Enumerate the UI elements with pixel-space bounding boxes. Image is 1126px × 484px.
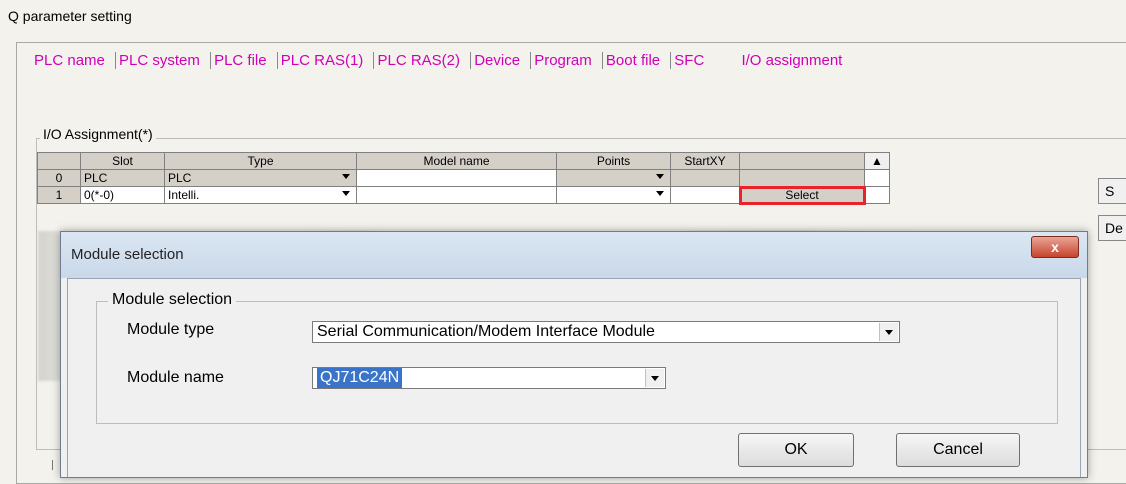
chevron-down-icon[interactable] bbox=[879, 323, 898, 341]
model-name-cell[interactable] bbox=[356, 186, 557, 204]
type-dropdown[interactable]: Intelli. bbox=[164, 186, 357, 204]
col-type: Type bbox=[164, 152, 357, 170]
row-index: 1 bbox=[37, 186, 81, 204]
scrollbar-track[interactable] bbox=[864, 169, 890, 187]
module-name-select[interactable]: QJ71C24N bbox=[312, 367, 666, 389]
row-index: 0 bbox=[37, 169, 81, 187]
select-button[interactable]: Select bbox=[738, 185, 866, 205]
cancel-button[interactable]: Cancel bbox=[896, 433, 1020, 467]
close-button[interactable]: x bbox=[1031, 236, 1079, 258]
side-button-de[interactable]: De bbox=[1098, 215, 1126, 241]
col-startxy: StartXY bbox=[670, 152, 740, 170]
tab-plc-system[interactable]: PLC system bbox=[115, 52, 205, 69]
chevron-down-icon bbox=[342, 191, 350, 196]
module-selection-group-label: Module selection bbox=[108, 291, 237, 309]
scroll-up-button[interactable]: ▲ bbox=[864, 152, 890, 170]
module-type-select[interactable]: Serial Communication/Modem Interface Mod… bbox=[312, 321, 900, 343]
module-selection-group bbox=[96, 301, 1058, 424]
startxy-cell[interactable] bbox=[670, 186, 740, 204]
chevron-down-icon bbox=[656, 174, 664, 179]
type-dropdown[interactable]: PLC bbox=[164, 169, 357, 187]
module-type-value: Serial Communication/Modem Interface Mod… bbox=[317, 323, 655, 340]
scrollbar-track[interactable] bbox=[864, 186, 890, 204]
ok-button[interactable]: OK bbox=[738, 433, 854, 467]
tab-sfc[interactable]: SFC bbox=[670, 52, 709, 69]
col-points: Points bbox=[556, 152, 671, 170]
table-row: 1 0(*-0) Intelli. Select bbox=[37, 185, 890, 205]
slot-cell: PLC bbox=[80, 169, 165, 187]
table-row: 0 PLC PLC bbox=[37, 169, 890, 187]
col-model-name: Model name bbox=[356, 152, 557, 170]
tab-plc-name[interactable]: PLC name bbox=[34, 52, 110, 69]
slot-cell: 0(*-0) bbox=[80, 186, 165, 204]
io-assignment-table: Slot Type Model name Points StartXY ▲ 0 … bbox=[37, 152, 890, 205]
window-title: Q parameter setting bbox=[8, 8, 132, 24]
corner-header bbox=[37, 152, 81, 170]
col-slot: Slot bbox=[80, 152, 165, 170]
type-value: PLC bbox=[168, 171, 192, 185]
type-value: Intelli. bbox=[168, 188, 200, 202]
io-assignment-label: I/O Assignment(*) bbox=[40, 126, 156, 142]
module-selection-dialog: Module selection x Module selection Modu… bbox=[60, 231, 1088, 478]
model-name-cell[interactable] bbox=[356, 169, 557, 187]
points-dropdown[interactable] bbox=[556, 169, 671, 187]
tab-plc-file[interactable]: PLC file bbox=[210, 52, 272, 69]
tab-device[interactable]: Device bbox=[470, 52, 525, 69]
dialog-titlebar[interactable]: Module selection x bbox=[61, 232, 1087, 278]
chevron-down-icon bbox=[342, 174, 350, 179]
tab-io-assignment[interactable]: I/O assignment bbox=[741, 52, 847, 69]
tab-program[interactable]: Program bbox=[530, 52, 597, 69]
col-action bbox=[739, 152, 865, 170]
side-button-s[interactable]: S bbox=[1098, 178, 1126, 204]
close-icon: x bbox=[1051, 239, 1059, 255]
tab-strip: PLC name PLC system PLC file PLC RAS(1) … bbox=[34, 52, 847, 69]
dialog-title: Module selection bbox=[71, 246, 184, 263]
action-cell bbox=[739, 169, 865, 187]
module-type-label: Module type bbox=[127, 321, 215, 338]
points-dropdown[interactable] bbox=[556, 186, 671, 204]
dialog-body: Module selection Module type Serial Comm… bbox=[67, 278, 1081, 477]
tab-boot-file[interactable]: Boot file bbox=[601, 52, 665, 69]
tab-plc-ras1[interactable]: PLC RAS(1) bbox=[276, 52, 369, 69]
module-name-value: QJ71C24N bbox=[317, 368, 403, 388]
partial-label bbox=[52, 460, 59, 470]
tab-plc-ras2[interactable]: PLC RAS(2) bbox=[373, 52, 465, 69]
module-name-label: Module name bbox=[127, 369, 224, 386]
chevron-down-icon[interactable] bbox=[645, 369, 664, 387]
startxy-cell bbox=[670, 169, 740, 187]
chevron-down-icon bbox=[656, 191, 664, 196]
